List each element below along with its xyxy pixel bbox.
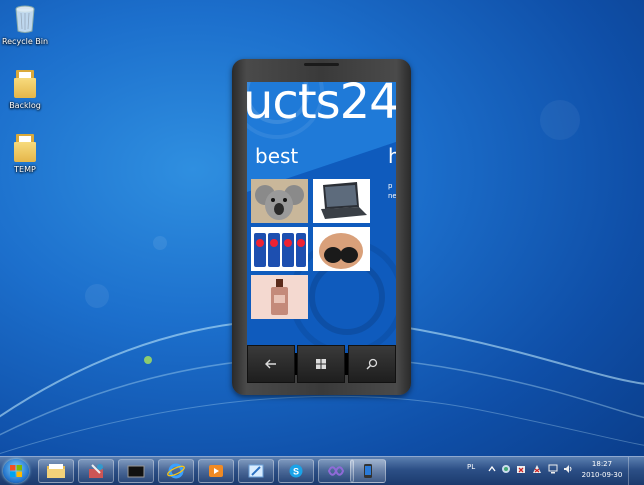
koala-image: [251, 179, 308, 223]
phone-hardware-buttons: [247, 345, 396, 383]
taskbar-phone-emulator[interactable]: [350, 459, 386, 483]
product-tile-swimsuit[interactable]: [313, 227, 370, 271]
phone-emulator-icon: [364, 464, 372, 478]
desktop-icon-label: Recycle Bin: [1, 37, 49, 46]
phone-search-button[interactable]: [348, 345, 396, 383]
next-section-text: ne: [388, 192, 396, 200]
taskbar-internet-explorer[interactable]: [158, 459, 194, 483]
product-tile-perfume[interactable]: [251, 275, 308, 319]
taskbar-media-player[interactable]: [198, 459, 234, 483]
phone-screen: ucts24 best h p ne: [247, 82, 396, 375]
svg-text:S: S: [293, 467, 299, 477]
taskbar-skype[interactable]: S: [278, 459, 314, 483]
desktop-icon-temp[interactable]: TEMP: [0, 134, 50, 174]
media-player-icon: [209, 465, 223, 477]
search-icon: [366, 358, 378, 370]
clock-date: 2010-09-30: [581, 471, 623, 479]
desktop-icon-label: TEMP: [14, 165, 36, 174]
cans-image: [251, 227, 308, 271]
next-section-text: p: [388, 182, 393, 190]
action-center-icon[interactable]: [532, 464, 542, 474]
language-indicator[interactable]: PL: [467, 463, 475, 471]
panorama-title: ucts24: [247, 82, 396, 130]
start-button[interactable]: [3, 459, 29, 483]
desktop-icon-backlog[interactable]: Backlog: [0, 70, 50, 110]
product-tile-cans[interactable]: [251, 227, 308, 271]
internet-explorer-icon: [167, 463, 185, 479]
swimsuit-image: [313, 227, 370, 271]
windows-explorer-icon: [47, 464, 65, 478]
display-tray-icon[interactable]: [548, 464, 558, 474]
product-tile-koala[interactable]: [251, 179, 308, 223]
clock-time: 18:27: [591, 460, 613, 468]
phone-start-button[interactable]: [297, 345, 345, 383]
folder-icon: [14, 134, 36, 162]
product-tile-laptop[interactable]: [313, 179, 370, 223]
taskbar-tools[interactable]: [78, 459, 114, 483]
taskbar: S PL 18:27 2010-09-30: [0, 456, 644, 485]
desktop-icon-label: Backlog: [9, 101, 41, 110]
back-arrow-icon: [265, 359, 276, 369]
tools-icon: [89, 464, 103, 478]
taskbar-windows-explorer[interactable]: [38, 459, 74, 483]
taskbar-terminal[interactable]: [118, 459, 154, 483]
phone-back-button[interactable]: [247, 345, 295, 383]
taskbar-visual-studio[interactable]: [318, 459, 354, 483]
perfume-image: [251, 275, 308, 319]
show-desktop-button[interactable]: [628, 457, 644, 485]
windows-start-icon: [316, 359, 326, 369]
panorama-app[interactable]: ucts24 best h p ne: [247, 82, 396, 353]
blend-icon: [248, 464, 264, 478]
security-tray-icon[interactable]: [516, 464, 526, 474]
taskbar-blend[interactable]: [238, 459, 274, 483]
laptop-image: [313, 179, 370, 223]
next-section-title[interactable]: h: [388, 144, 396, 168]
chevron-up-icon[interactable]: [487, 464, 497, 474]
recycle-bin-icon: [15, 5, 35, 33]
network-tray-icon[interactable]: [501, 464, 511, 474]
windows-logo-icon: [10, 465, 22, 477]
folder-icon: [14, 70, 36, 98]
phone-emulator: ucts24 best h p ne: [232, 59, 411, 395]
terminal-icon: [127, 465, 145, 478]
desktop-icon-recycle-bin[interactable]: Recycle Bin: [0, 4, 50, 46]
skype-icon: S: [289, 464, 303, 478]
visual-studio-icon: [327, 466, 345, 476]
phone-speaker: [304, 63, 339, 66]
volume-icon[interactable]: [563, 464, 573, 474]
section-title: best: [255, 144, 299, 168]
system-clock[interactable]: 18:27 2010-09-30: [580, 459, 624, 481]
